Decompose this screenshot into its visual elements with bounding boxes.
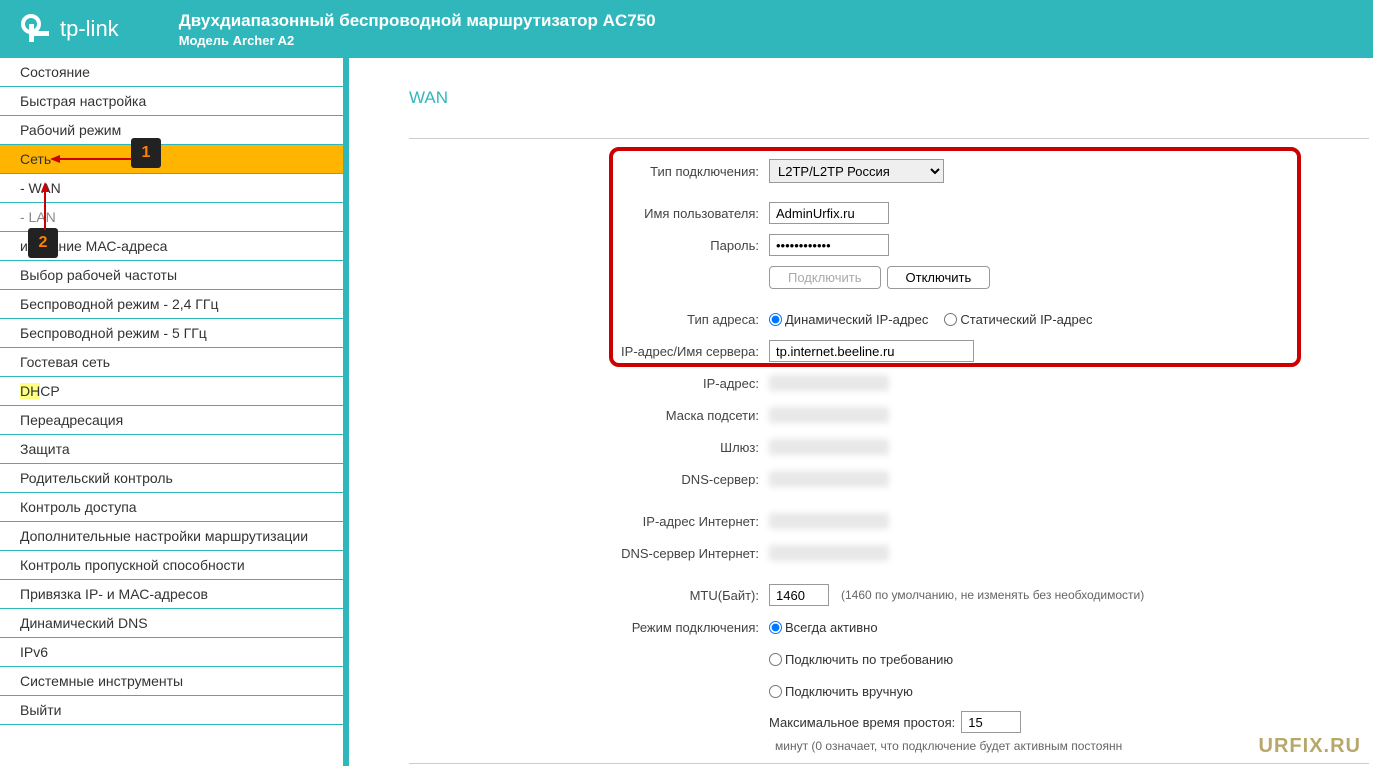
sidebar-item-7[interactable]: ирование МАС-адреса <box>0 232 343 261</box>
connect-button[interactable]: Подключить <box>769 266 881 289</box>
disconnect-button[interactable]: Отключить <box>887 266 991 289</box>
idle-input[interactable] <box>961 711 1021 733</box>
sidebar-item-1[interactable]: Быстрая настройка <box>0 87 343 116</box>
header-titles: Двухдиапазонный беспроводной маршрутизат… <box>179 11 656 48</box>
label-idle: Максимальное время простоя: <box>769 715 955 730</box>
label-mask: Маска подсети: <box>409 408 769 423</box>
dns-value-blurred <box>769 471 889 487</box>
label-conn-type: Тип подключения: <box>409 164 769 179</box>
sidebar: СостояниеБыстрая настройкаРабочий режимС… <box>0 58 343 766</box>
sidebar-item-3[interactable]: Сеть <box>0 145 343 174</box>
label-dns: DNS-сервер: <box>409 472 769 487</box>
sidebar-item-12[interactable]: DHCP <box>0 377 343 406</box>
ip-value-blurred <box>769 375 889 391</box>
sidebar-item-16[interactable]: Контроль доступа <box>0 493 343 522</box>
sidebar-item-9[interactable]: Беспроводной режим - 2,4 ГГц <box>0 290 343 319</box>
main-content: WAN Тип подключения: L2TP/L2TP Россия Им… <box>349 58 1373 766</box>
page-title: WAN <box>409 88 1353 108</box>
sidebar-item-22[interactable]: Системные инструменты <box>0 667 343 696</box>
sidebar-item-10[interactable]: Беспроводной режим - 5 ГГц <box>0 319 343 348</box>
header: tp-link Двухдиапазонный беспроводной мар… <box>0 0 1373 58</box>
username-input[interactable] <box>769 202 889 224</box>
product-title: Двухдиапазонный беспроводной маршрутизат… <box>179 11 656 31</box>
divider-bottom <box>409 763 1369 764</box>
mtu-hint: (1460 по умолчанию, не изменять без необ… <box>841 588 1144 602</box>
dns-inet-value-blurred <box>769 545 889 561</box>
sidebar-item-21[interactable]: IPv6 <box>0 638 343 667</box>
mtu-input[interactable] <box>769 584 829 606</box>
sidebar-item-17[interactable]: Дополнительные настройки маршрутизации <box>0 522 343 551</box>
sidebar-item-5[interactable]: - LAN <box>0 203 343 232</box>
divider-top <box>409 138 1369 139</box>
ip-inet-value-blurred <box>769 513 889 529</box>
sidebar-item-11[interactable]: Гостевая сеть <box>0 348 343 377</box>
gateway-value-blurred <box>769 439 889 455</box>
sidebar-item-0[interactable]: Состояние <box>0 58 343 87</box>
idle-hint: минут (0 означает, что подключение будет… <box>775 739 1122 753</box>
sidebar-item-2[interactable]: Рабочий режим <box>0 116 343 145</box>
sidebar-item-14[interactable]: Защита <box>0 435 343 464</box>
label-gateway: Шлюз: <box>409 440 769 455</box>
sidebar-item-18[interactable]: Контроль пропускной способности <box>0 551 343 580</box>
password-input[interactable] <box>769 234 889 256</box>
radio-dynamic-ip[interactable]: Динамический IP-адрес <box>769 312 928 327</box>
label-dns-inet: DNS-сервер Интернет: <box>409 546 769 561</box>
radio-mode-demand[interactable]: Подключить по требованию <box>769 652 953 667</box>
sidebar-item-23[interactable]: Выйти <box>0 696 343 725</box>
sidebar-item-8[interactable]: Выбор рабочей частоты <box>0 261 343 290</box>
label-server: IP-адрес/Имя сервера: <box>409 344 769 359</box>
conn-type-select[interactable]: L2TP/L2TP Россия <box>769 159 944 183</box>
radio-static-ip[interactable]: Статический IP-адрес <box>944 312 1092 327</box>
label-ip-inet: IP-адрес Интернет: <box>409 514 769 529</box>
radio-mode-always[interactable]: Всегда активно <box>769 620 878 635</box>
brand-text: tp-link <box>60 16 119 42</box>
sidebar-item-20[interactable]: Динамический DNS <box>0 609 343 638</box>
label-addr-type: Тип адреса: <box>409 312 769 327</box>
sidebar-item-4[interactable]: - WAN <box>0 174 343 203</box>
label-username: Имя пользователя: <box>409 206 769 221</box>
sidebar-item-13[interactable]: Переадресация <box>0 406 343 435</box>
server-input[interactable] <box>769 340 974 362</box>
label-conn-mode: Режим подключения: <box>409 620 769 635</box>
sidebar-item-19[interactable]: Привязка IP- и МАС-адресов <box>0 580 343 609</box>
product-model: Модель Archer A2 <box>179 33 656 48</box>
label-password: Пароль: <box>409 238 769 253</box>
mask-value-blurred <box>769 407 889 423</box>
radio-mode-manual[interactable]: Подключить вручную <box>769 684 913 699</box>
label-ip: IP-адрес: <box>409 376 769 391</box>
tplink-logo-icon <box>20 13 52 45</box>
sidebar-item-15[interactable]: Родительский контроль <box>0 464 343 493</box>
brand-logo: tp-link <box>20 13 119 45</box>
label-mtu: MTU(Байт): <box>409 588 769 603</box>
